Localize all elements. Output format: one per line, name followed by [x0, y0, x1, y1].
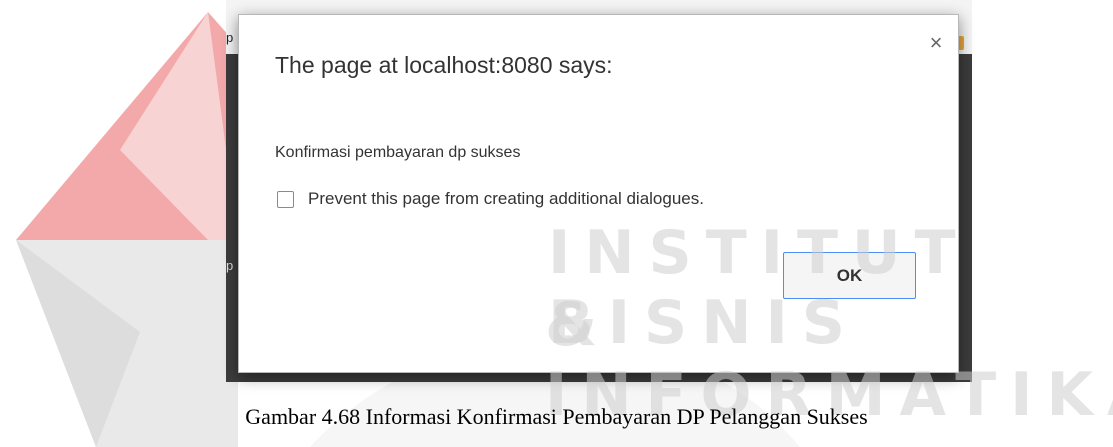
close-icon[interactable]: × [926, 32, 946, 54]
prevent-dialogs-label: Prevent this page from creating addition… [308, 189, 704, 208]
prevent-dialogs-option[interactable]: Prevent this page from creating addition… [277, 189, 704, 209]
alert-dialog: × The page at localhost:8080 says: Konfi… [238, 14, 959, 373]
ok-button[interactable]: OK [783, 252, 916, 299]
background-text-fragment: p [226, 258, 234, 273]
dialog-title: The page at localhost:8080 says: [275, 52, 613, 78]
prevent-dialogs-checkbox[interactable] [277, 190, 294, 208]
background-text-fragment: p [226, 30, 234, 45]
figure-caption: Gambar 4.68 Informasi Konfirmasi Pembaya… [245, 404, 868, 429]
dialog-message: Konfirmasi pembayaran dp sukses [275, 144, 521, 161]
